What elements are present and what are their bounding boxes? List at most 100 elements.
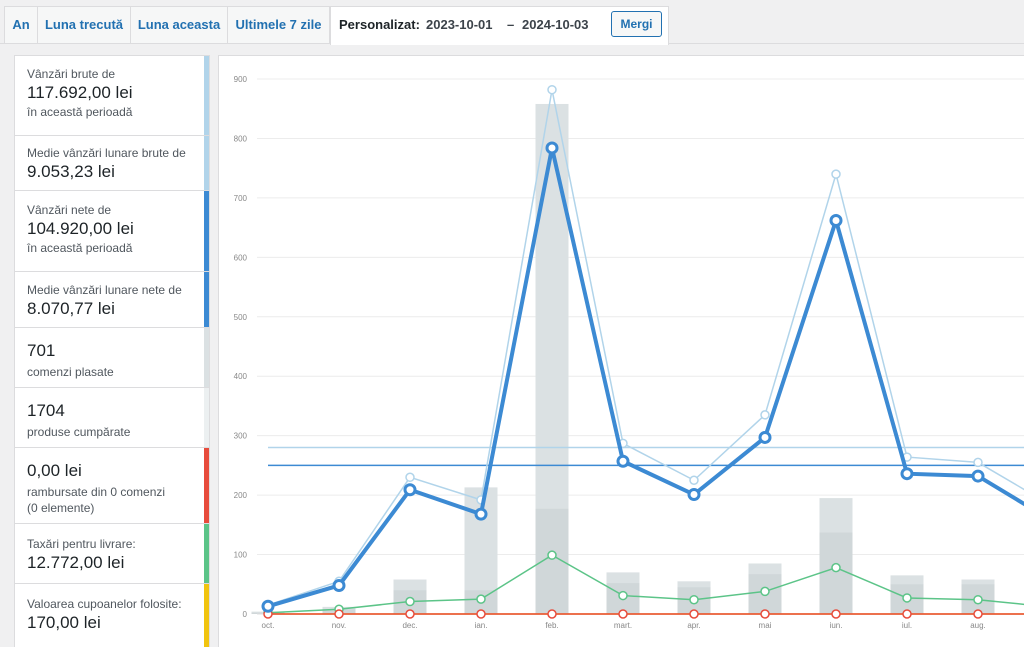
legend-label: Vânzări brute de — [27, 67, 116, 81]
data-point — [689, 475, 699, 485]
date-range-tabs: An Luna trecută Luna aceasta Ultimele 7 … — [0, 0, 1024, 45]
legend-avg-net-sales[interactable]: Medie vânzări lunare nete de 8.070,77 le… — [15, 272, 209, 328]
x-tick-label: oct. — [262, 621, 275, 630]
legend-color-bar — [204, 136, 209, 190]
data-point — [831, 562, 841, 573]
custom-range-tab: Personalizat: 2023-10-01 – 2024-10-03 Me… — [330, 6, 669, 45]
tab-last-month[interactable]: Luna trecută — [37, 6, 131, 44]
data-point — [687, 488, 701, 502]
legend-sublabel: rambursate din 0 comenzi — [27, 485, 166, 499]
legend-label: Vânzări nete de — [27, 203, 112, 217]
x-tick-label: nov. — [332, 621, 347, 630]
legend-net-sales[interactable]: Vânzări nete de 104.920,00 lei în aceast… — [15, 191, 209, 272]
legend-coupons[interactable]: Valoarea cupoanelor folosite: 170,00 lei — [15, 584, 209, 647]
y-tick-label: 200 — [234, 491, 248, 500]
y-tick-label: 900 — [234, 75, 248, 84]
legend-color-bar — [204, 56, 209, 135]
data-point — [405, 609, 415, 619]
legend-amount: 0,00 lei — [27, 461, 82, 480]
tab-year[interactable]: An — [4, 6, 38, 44]
custom-range-label: Personalizat: — [339, 17, 420, 32]
legend-amount: 1704 — [27, 401, 65, 420]
legend-color-bar — [204, 272, 209, 327]
legend-orders[interactable]: 701 comenzi plasate — [15, 328, 209, 388]
legend-sublabel: comenzi plasate — [27, 365, 114, 379]
legend-refunds[interactable]: 0,00 lei rambursate din 0 comenzi (0 ele… — [15, 448, 209, 524]
legend-color-bar — [204, 388, 209, 447]
y-tick-label: 600 — [234, 253, 248, 262]
legend-amount: 701 — [27, 341, 56, 360]
data-point — [689, 609, 699, 619]
legend-shipping[interactable]: Taxări pentru livrare: 12.772,00 lei — [15, 524, 209, 584]
tab-last-7-days[interactable]: Ultimele 7 zile — [227, 6, 330, 44]
data-point — [831, 609, 841, 619]
y-tick-label: 0 — [243, 610, 248, 619]
x-tick-label: apr. — [687, 621, 700, 630]
data-point — [261, 599, 275, 613]
x-tick-label: iul. — [902, 621, 912, 630]
data-point — [618, 590, 628, 601]
data-point — [831, 169, 841, 179]
data-point — [760, 410, 770, 420]
x-tick-label: feb. — [545, 621, 558, 630]
y-tick-label: 700 — [234, 194, 248, 203]
data-point — [403, 483, 417, 497]
tab-this-month[interactable]: Luna aceasta — [130, 6, 228, 44]
legend-sublabel: în această perioadă — [27, 241, 133, 255]
data-point — [334, 609, 344, 619]
legend-label: Taxări pentru livrare: — [27, 537, 136, 551]
data-point — [760, 586, 770, 597]
y-tick-label: 100 — [234, 551, 248, 560]
chart-svg: 0 100 200 300 400 500 600 700 800 900 oct. nov. dec.… — [234, 75, 1024, 630]
legend-amount: 117.692,00 lei — [27, 83, 133, 102]
data-point — [545, 141, 559, 155]
data-point — [829, 213, 843, 227]
x-tick-label: dec. — [402, 621, 417, 630]
data-point — [973, 457, 983, 468]
legend-amount: 170,00 lei — [27, 613, 101, 632]
go-button[interactable]: Mergi — [611, 11, 662, 37]
legend-label: Medie vânzări lunare nete de — [27, 283, 182, 297]
legend-amount: 12.772,00 lei — [27, 553, 125, 572]
data-point — [405, 472, 415, 483]
y-tick-label: 800 — [234, 134, 248, 143]
legend-items[interactable]: 1704 produse cumpărate — [15, 388, 209, 448]
data-point — [971, 469, 985, 483]
x-tick-label: ian. — [475, 621, 488, 630]
legend-amount: 8.070,77 lei — [27, 299, 115, 318]
data-point — [474, 507, 488, 521]
data-point — [973, 594, 983, 605]
data-point — [760, 609, 770, 619]
legend-amount: 104.920,00 lei — [27, 219, 134, 238]
x-tick-label: mart. — [614, 621, 632, 630]
date-from-input[interactable]: 2023-10-01 — [426, 17, 493, 32]
legend-color-bar — [204, 524, 209, 583]
date-to-input[interactable]: 2024-10-03 — [522, 17, 589, 32]
x-tick-label: mai — [759, 621, 772, 630]
y-tick-label: 400 — [234, 372, 248, 381]
y-tick-label: 500 — [234, 313, 248, 322]
legend-label: Medie vânzări lunare brute de — [27, 146, 186, 160]
legend-amount: 9.053,23 lei — [27, 162, 115, 181]
data-point — [973, 609, 983, 619]
x-tick-label: aug. — [970, 621, 986, 630]
data-point — [758, 430, 772, 444]
legend-color-bar — [204, 191, 209, 271]
data-point — [547, 550, 557, 560]
data-point — [547, 84, 557, 95]
data-point — [900, 467, 914, 481]
date-separator: – — [507, 17, 515, 32]
legend-color-bar — [204, 584, 209, 647]
legend-sublabel: în această perioadă — [27, 105, 133, 119]
y-tick-label: 300 — [234, 432, 248, 441]
legend-color-bar — [204, 328, 209, 387]
legend-avg-gross-sales[interactable]: Medie vânzări lunare brute de 9.053,23 l… — [15, 136, 209, 191]
series-line — [267, 147, 1024, 609]
data-point — [689, 594, 699, 605]
data-point — [902, 593, 912, 603]
x-tick-label: iun. — [830, 621, 843, 630]
legend-gross-sales[interactable]: Vânzări brute de 117.692,00 lei în aceas… — [15, 56, 209, 136]
data-point — [332, 578, 346, 592]
data-point — [902, 609, 912, 619]
data-point — [405, 596, 415, 607]
